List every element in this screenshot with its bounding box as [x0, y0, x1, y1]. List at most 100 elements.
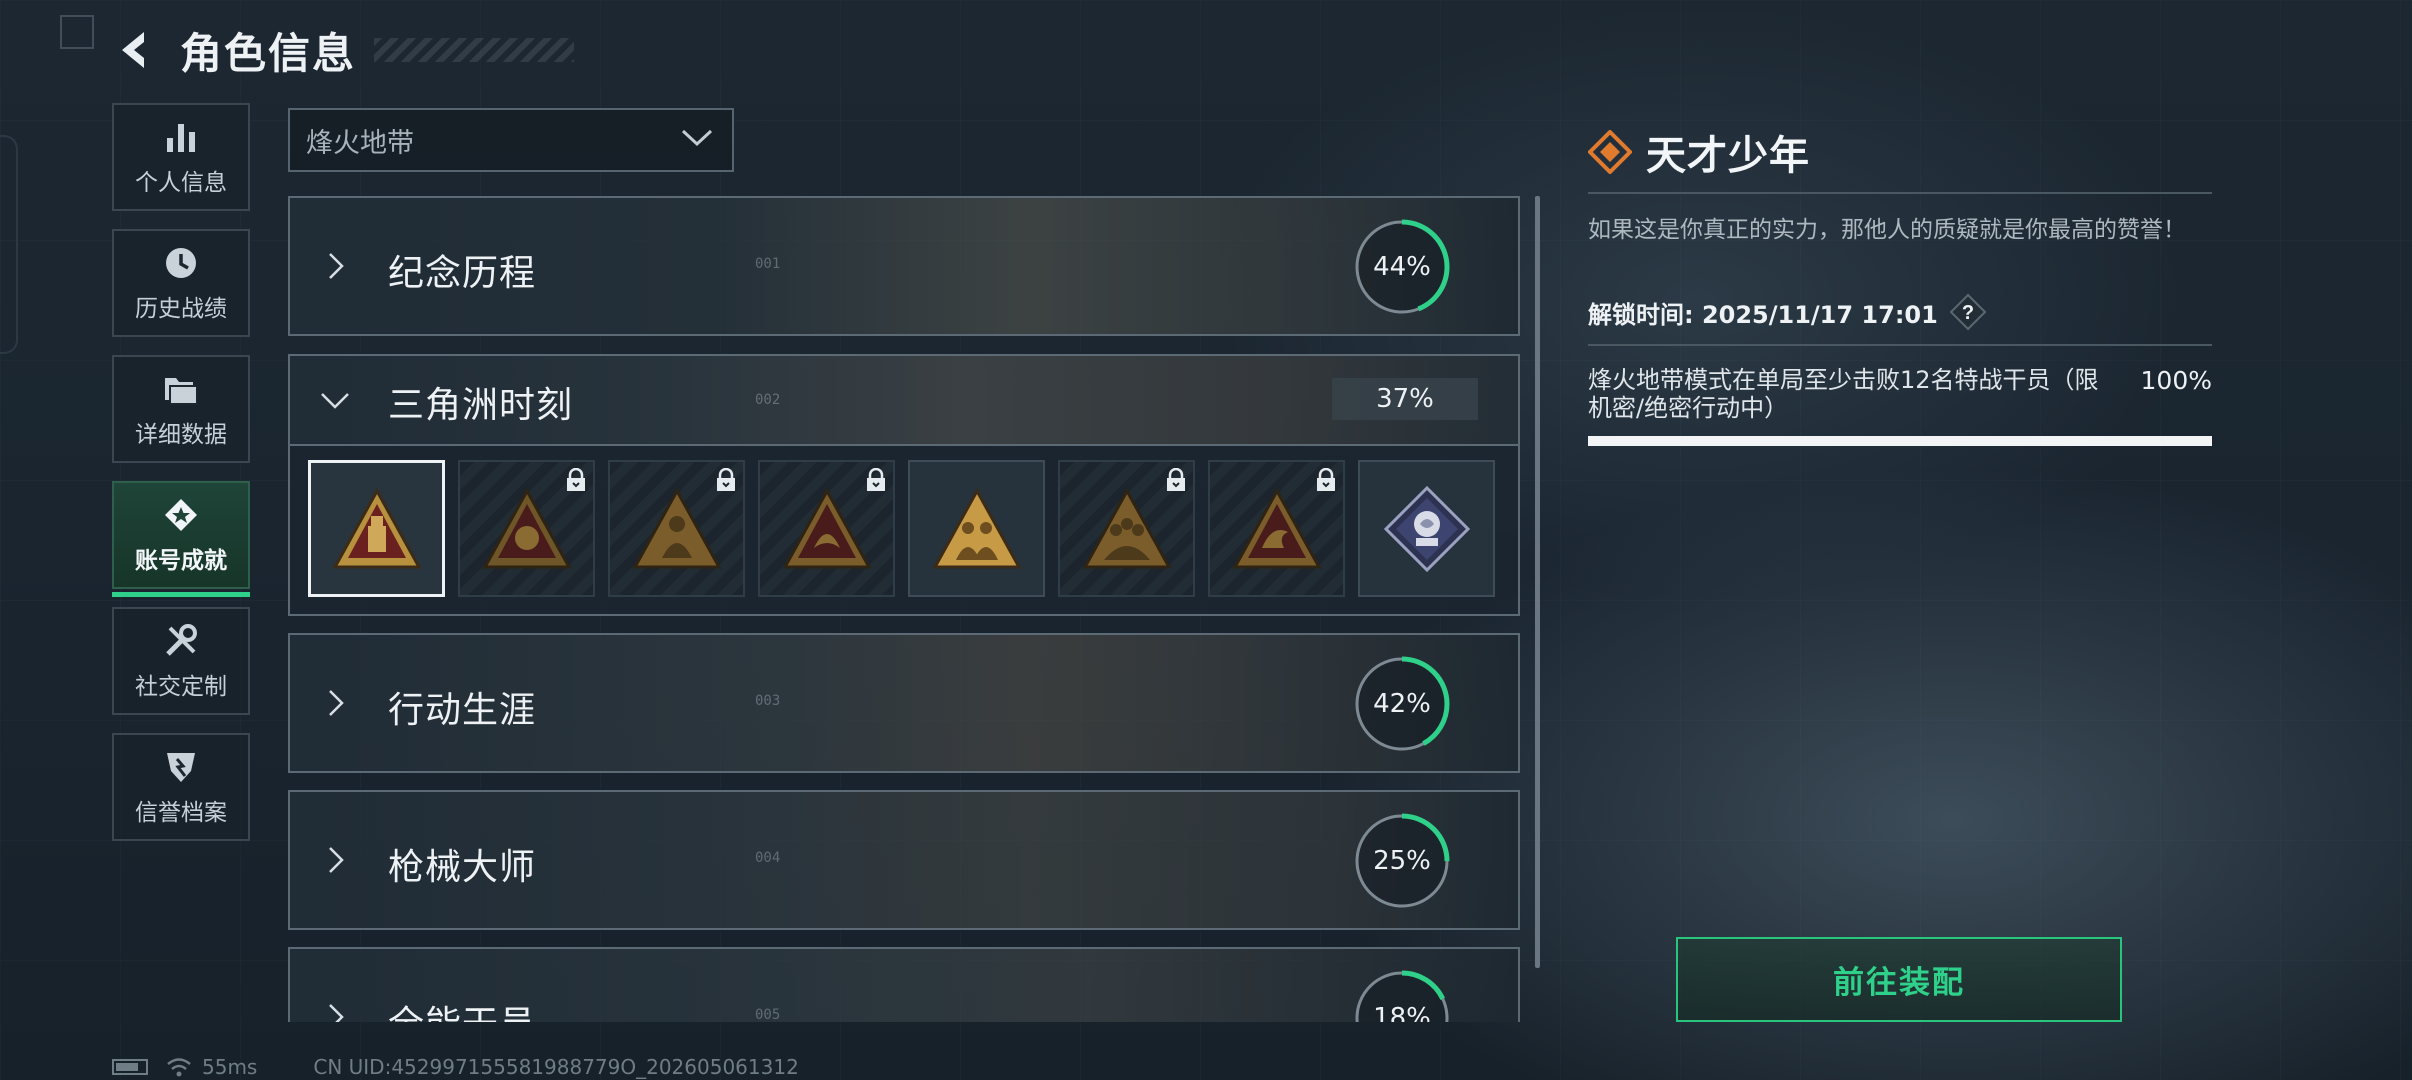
edge-drawer-handle[interactable] — [0, 135, 18, 354]
rose-diamond-badge-icon — [1383, 485, 1470, 572]
unlock-condition: 烽火地带模式在单局至少击败12名特战干员（限机密/绝密行动中） — [1588, 366, 2099, 422]
category-row-career[interactable]: 003 行动生涯 42% — [288, 633, 1520, 773]
progress-percent: 44% — [1373, 252, 1431, 282]
progress-percent-box: 37% — [1332, 378, 1478, 420]
back-arrow-icon[interactable] — [112, 28, 156, 72]
progress-ring: 42% — [1352, 654, 1452, 754]
progress-ring: 44% — [1352, 217, 1452, 317]
history-clock-icon — [161, 243, 201, 283]
sidebar-item-social[interactable]: 社交定制 — [112, 607, 250, 715]
go-equip-label: 前往装配 — [1833, 965, 1965, 1001]
achievement-description: 如果这是你真正的实力，那他人的质疑就是你最高的赞誉！ — [1588, 217, 2186, 243]
category-name: 枪械大师 — [388, 847, 537, 888]
category-number: 003 — [755, 693, 781, 709]
sidebar-item-label: 社交定制 — [135, 674, 227, 700]
category-header-delta-moments[interactable]: 002 三角洲时刻 37% — [290, 356, 1518, 446]
title-decoration — [374, 38, 575, 62]
sidebar-item-label: 详细数据 — [135, 422, 227, 448]
achievement-badge-slot[interactable] — [1208, 460, 1345, 597]
progress-ring: 25% — [1352, 811, 1452, 911]
battery-icon — [112, 1059, 148, 1075]
category-row-memorial[interactable]: 001 纪念历程 44% — [288, 196, 1520, 336]
status-bar: 55ms CN UID:452997155581988779O_20260506… — [112, 1054, 799, 1080]
chevron-down-icon — [321, 393, 349, 409]
badge-grid — [308, 460, 1495, 597]
sidebar-item-label: 历史战绩 — [135, 296, 227, 322]
network-ping: 55ms — [202, 1055, 258, 1079]
achievement-badge-slot[interactable] — [1358, 460, 1495, 597]
tools-icon — [161, 621, 201, 661]
achievement-badge-slot[interactable] — [1058, 460, 1195, 597]
lock-icon — [1317, 468, 1335, 491]
progress-percent: 25% — [1373, 846, 1431, 876]
condition-percent: 100% — [2140, 366, 2212, 395]
sidebar-item-label: 账号成就 — [135, 548, 227, 574]
dragon-badge-icon — [1231, 487, 1322, 568]
lock-icon — [867, 468, 885, 491]
wifi-icon — [167, 1058, 191, 1077]
category-name: 全能干员 — [388, 995, 536, 1022]
achievement-badge-slot[interactable] — [458, 460, 595, 597]
lock-icon — [1167, 468, 1185, 491]
sidebar-nav: 个人信息 历史战绩 详细数据 账号成就 社交定制 信誉档案 — [112, 103, 250, 859]
category-number: 004 — [755, 850, 781, 866]
figure-badge-icon — [631, 487, 722, 568]
chevron-right-icon — [329, 1004, 344, 1022]
achievement-badge-slot[interactable] — [308, 460, 445, 597]
sidebar-item-personal-info[interactable]: 个人信息 — [112, 103, 250, 211]
chevron-right-icon — [329, 690, 344, 716]
divider — [1588, 344, 2212, 346]
unlock-time: 解锁时间: 2025/11/17 17:01 — [1588, 300, 1938, 329]
progress-ring: 18% — [1352, 968, 1452, 1022]
list-scrollbar[interactable] — [1535, 196, 1540, 968]
achievement-badge-slot[interactable] — [608, 460, 745, 597]
help-question-icon[interactable]: ? — [1948, 292, 1988, 332]
achievement-title: 天才少年 — [1646, 133, 1810, 179]
category-expanded-delta-moments: 002 三角洲时刻 37% — [288, 354, 1520, 616]
chevron-right-icon — [329, 847, 344, 873]
sidebar-item-credit[interactable]: 信誉档案 — [112, 733, 250, 841]
lock-icon — [717, 468, 735, 491]
progress-percent: 42% — [1373, 689, 1431, 719]
category-name: 行动生涯 — [388, 690, 537, 731]
chevron-right-icon — [329, 253, 344, 279]
page-title: 角色信息 — [180, 28, 357, 78]
sidebar-item-achievements[interactable]: 账号成就 — [112, 481, 250, 597]
sidebar-item-label: 个人信息 — [135, 170, 227, 196]
sidebar-item-history[interactable]: 历史战绩 — [112, 229, 250, 337]
achievement-detail-panel: 天才少年 如果这是你真正的实力，那他人的质疑就是你最高的赞誉！ 解锁时间: 20… — [1588, 126, 2212, 446]
folder-icon — [161, 369, 201, 409]
beast-badge-icon — [781, 487, 872, 568]
squad-badge-icon — [931, 487, 1022, 568]
sidebar-item-label: 信誉档案 — [135, 800, 227, 826]
category-number: 002 — [755, 392, 781, 408]
player-uid: CN UID:452997155581988779O_202605061312 — [313, 1055, 799, 1079]
condition-progress-bar — [1588, 436, 2212, 446]
achievement-icon — [161, 495, 201, 535]
category-row-weapon-master[interactable]: 004 枪械大师 25% — [288, 790, 1520, 930]
sidebar-item-detail-data[interactable]: 详细数据 — [112, 355, 250, 463]
achievement-badge-slot[interactable] — [758, 460, 895, 597]
category-number: 005 — [755, 1007, 781, 1022]
progress-percent: 18% — [1373, 1003, 1431, 1022]
chevron-down-icon — [680, 128, 714, 152]
mode-dropdown[interactable]: 烽火地带 — [288, 108, 734, 172]
category-row-all-round[interactable]: 005 全能干员 18% — [288, 947, 1520, 1022]
bar-chart-icon — [161, 117, 201, 157]
credit-shield-icon — [161, 747, 201, 787]
soldier-badge-icon — [331, 487, 422, 568]
condition-progress-fill — [1588, 436, 2212, 446]
corner-decoration — [60, 15, 94, 49]
shield-emblem-badge-icon — [481, 487, 572, 568]
achievement-badge-slot[interactable] — [908, 460, 1045, 597]
svg-text:?: ? — [1962, 302, 1974, 324]
category-number: 001 — [755, 256, 781, 272]
mode-dropdown-value: 烽火地带 — [306, 127, 414, 159]
category-name: 三角洲时刻 — [388, 385, 574, 426]
lock-icon — [567, 468, 585, 491]
divider — [1588, 192, 2212, 194]
category-name: 纪念历程 — [388, 253, 537, 294]
achievement-diamond-icon — [1588, 130, 1632, 174]
page-header: 角色信息 — [112, 20, 575, 80]
go-equip-button[interactable]: 前往装配 — [1676, 937, 2122, 1022]
